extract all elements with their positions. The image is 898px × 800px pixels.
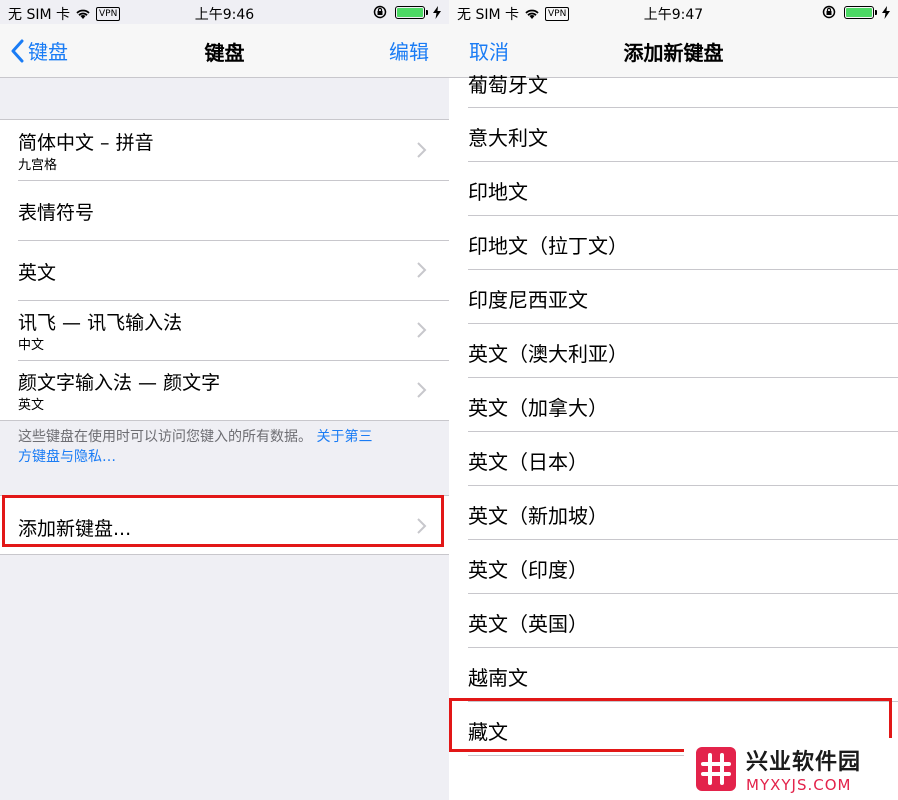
- nav-bar: 键盘 键盘 编辑: [0, 24, 449, 78]
- list-item[interactable]: 意大利文: [449, 108, 898, 162]
- rotation-lock-icon: [373, 5, 387, 19]
- keyboard-row-emoji[interactable]: 表情符号: [0, 180, 449, 240]
- list-item[interactable]: 英文（澳大利亚）: [449, 324, 898, 378]
- add-keyboard-label: 添加新键盘...: [18, 518, 132, 540]
- list-item[interactable]: 越南文: [449, 648, 898, 702]
- list-item[interactable]: 印地文（拉丁文）: [449, 216, 898, 270]
- keyboard-list: 简体中文 – 拼音 九宫格 表情符号 英文 讯飞 — 讯飞输入法 中文 颜文字输…: [0, 119, 449, 421]
- list-item[interactable]: 英文（英国）: [449, 594, 898, 648]
- chevron-right-icon: [417, 518, 427, 534]
- list-item[interactable]: 英文（日本）: [449, 432, 898, 486]
- row-subtitle: 九宫格: [18, 158, 58, 173]
- row-title: 简体中文 – 拼音: [18, 132, 154, 154]
- language-list: 葡萄牙文 意大利文 印地文 印地文（拉丁文） 印度尼西亚文 英文（澳大利亚） 英…: [449, 73, 898, 756]
- row-title: 颜文字输入法 — 颜文字: [18, 372, 221, 394]
- keyboard-row-english[interactable]: 英文: [0, 240, 449, 300]
- status-bar: 无 SIM 卡 VPN 上午9:47: [449, 0, 898, 24]
- page-title: 键盘: [204, 41, 245, 65]
- privacy-footer: 这些键盘在使用时可以访问您键入的所有数据。 关于第三 方键盘与隐私…: [18, 427, 429, 467]
- charging-icon: [882, 5, 890, 19]
- battery-icon: [395, 5, 428, 19]
- footer-text: 这些键盘在使用时可以访问您键入的所有数据。: [18, 429, 312, 445]
- add-keyboard-screen: 无 SIM 卡 VPN 上午9:47 取消 添加新键盘 葡萄牙文 意大利文 印地…: [449, 0, 898, 800]
- page-title: 添加新键盘: [623, 41, 724, 65]
- list-item[interactable]: 印地文: [449, 162, 898, 216]
- watermark-name: 兴业软件园: [746, 750, 862, 775]
- rotation-lock-icon: [822, 5, 836, 19]
- status-right: [373, 5, 441, 19]
- keyboard-row-pinyin[interactable]: 简体中文 – 拼音 九宫格: [0, 120, 449, 180]
- row-title: 英文: [18, 262, 57, 284]
- chevron-right-icon: [417, 382, 427, 398]
- status-bar: 无 SIM 卡 VPN 上午9:46: [0, 0, 449, 24]
- list-item[interactable]: 英文（新加坡）: [449, 486, 898, 540]
- battery-icon: [844, 5, 877, 19]
- list-item[interactable]: 印度尼西亚文: [449, 270, 898, 324]
- chevron-right-icon: [417, 262, 427, 278]
- chevron-right-icon: [417, 142, 427, 158]
- row-title: 表情符号: [18, 202, 95, 224]
- watermark-logo-icon: [696, 747, 736, 791]
- status-right: [822, 5, 890, 19]
- list-item[interactable]: 英文（印度）: [449, 540, 898, 594]
- chevron-right-icon: [417, 322, 427, 338]
- list-item[interactable]: 英文（加拿大）: [449, 378, 898, 432]
- keyboards-screen: 无 SIM 卡 VPN 上午9:46 键盘 键盘 编辑 简体中文 – 拼音 九宫…: [0, 0, 449, 800]
- row-title: 讯飞 — 讯飞输入法: [18, 312, 183, 334]
- edit-button[interactable]: 编辑: [389, 36, 429, 65]
- watermark-text: 兴业软件园 MYXYJS.COM: [746, 744, 861, 794]
- row-subtitle: 中文: [18, 338, 45, 353]
- watermark: 兴业软件园 MYXYJS.COM: [684, 738, 898, 800]
- row-subtitle: 英文: [18, 398, 45, 413]
- keyboard-row-xunfei[interactable]: 讯飞 — 讯飞输入法 中文: [0, 300, 449, 360]
- add-keyboard-row[interactable]: 添加新键盘...: [0, 495, 449, 555]
- keyboard-row-kaomoji[interactable]: 颜文字输入法 — 颜文字 英文: [0, 360, 449, 420]
- charging-icon: [433, 5, 441, 19]
- list-item[interactable]: 葡萄牙文: [449, 73, 898, 108]
- watermark-url: MYXYJS.COM: [746, 776, 852, 794]
